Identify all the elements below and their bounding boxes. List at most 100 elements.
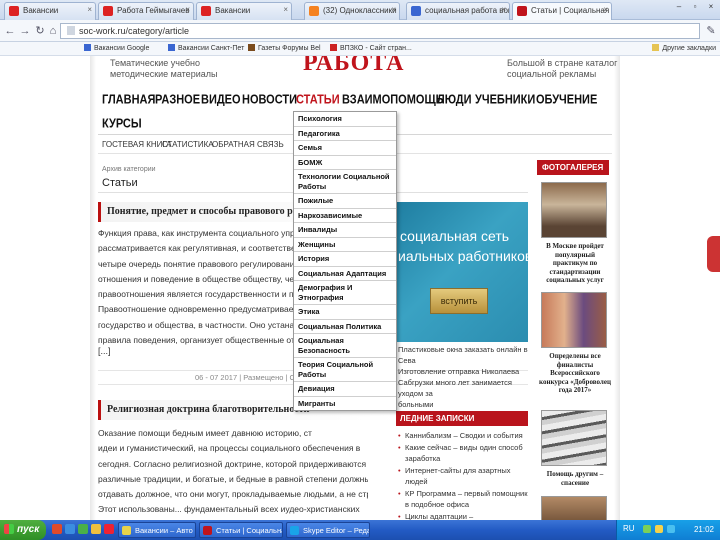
post-meta: 06 - 07 2017 | Размещено | Ст	[195, 373, 299, 382]
browser-tab[interactable]: (32) Одноклассники ×	[304, 2, 400, 20]
subnav-stats[interactable]: СТАТИСТИКА	[162, 140, 214, 149]
address-bar[interactable]: soc-work.ru/category/article	[60, 23, 700, 39]
menu-item-disabled[interactable]: Инвалиды	[294, 223, 396, 238]
menu-item-social-security[interactable]: Социальная Безопасность	[294, 334, 396, 358]
bookmark-item[interactable]: ВПЗКО - Сайт стран...	[330, 44, 412, 52]
bookmark-item[interactable]: Вакансии Санкт-Пет	[168, 44, 244, 52]
close-icon[interactable]: ×	[185, 5, 190, 14]
network-icon[interactable]	[643, 525, 651, 533]
home-icon[interactable]: ⌂	[46, 24, 60, 38]
menu-item-homeless[interactable]: БОМЖ	[294, 156, 396, 170]
chrome-icon[interactable]	[78, 524, 88, 534]
menu-item-family[interactable]: Семья	[294, 141, 396, 156]
list-item[interactable]: Циклы адаптации – проникновение транспор…	[398, 511, 528, 521]
tab-label: Статьи | Социальная работа	[531, 6, 611, 15]
close-icon[interactable]: ×	[603, 5, 608, 14]
language-indicator[interactable]: RU	[623, 524, 635, 533]
nav-articles[interactable]: СТАТЬИ	[296, 93, 340, 107]
photo-gallery-header: ФОТОГАЛЕРЕЯ	[537, 160, 609, 175]
recent-notes-list: Каннибализм – Сводки и события Какие сей…	[398, 430, 528, 520]
menu-item-demography[interactable]: Демография И Этнография	[294, 281, 396, 305]
bookmark-item[interactable]: Вакансии Google	[84, 44, 149, 52]
nav-misc[interactable]: РАЗНОЕ	[155, 93, 200, 107]
nav-education[interactable]: ОБУЧЕНИЕ	[536, 93, 597, 107]
close-icon[interactable]: ×	[87, 5, 92, 14]
taskbar-item[interactable]: Skype Editor – Редакт...	[286, 522, 370, 538]
bookmark-item[interactable]: Газеты Форумы Bel	[248, 44, 321, 52]
minimize-icon[interactable]: –	[672, 1, 686, 13]
forward-icon[interactable]: →	[18, 24, 32, 38]
photo-caption[interactable]: Помощь другим – спасение	[539, 470, 611, 487]
nav-courses[interactable]: КУРСЫ	[102, 117, 142, 131]
other-bookmarks[interactable]: Другие закладки	[652, 44, 716, 52]
read-more-link[interactable]: [...]	[98, 346, 111, 356]
menu-item-migrants[interactable]: Мигранты	[294, 397, 396, 411]
nav-mutual-aid[interactable]: ВЗАИМОПОМОЩЬ	[342, 93, 444, 107]
photo-caption[interactable]: Определены все финалисты Всероссийского …	[539, 352, 611, 395]
menu-item-theory[interactable]: Теория Социальной Работы	[294, 358, 396, 382]
tray-app-icon[interactable]	[667, 525, 675, 533]
menu-item-adaptation[interactable]: Социальная Адаптация	[294, 267, 396, 281]
browser-tab[interactable]: Вакансии ×	[4, 2, 96, 20]
site-icon	[517, 6, 527, 16]
volume-icon[interactable]	[655, 525, 663, 533]
menu-item-elderly[interactable]: Пожилые	[294, 194, 396, 209]
folder-icon[interactable]	[91, 524, 101, 534]
menu-item-addicts[interactable]: Наркозависимые	[294, 209, 396, 223]
wrench-icon[interactable]: ✎	[704, 24, 718, 38]
close-icon[interactable]: ×	[391, 5, 396, 14]
photo-caption[interactable]: В Москве пройдет популярный практикум по…	[539, 242, 611, 285]
gallery-photo[interactable]	[541, 410, 607, 466]
menu-item-pedagogy[interactable]: Педагогика	[294, 127, 396, 141]
bookmark-icon	[248, 44, 255, 51]
recent-notes-header: ЛЕДНИЕ ЗАПИСКИ	[396, 411, 528, 426]
close-icon[interactable]: ×	[283, 5, 288, 14]
menu-item-history[interactable]: История	[294, 252, 396, 267]
ie-icon[interactable]	[65, 524, 75, 534]
menu-item-ethics[interactable]: Этика	[294, 305, 396, 320]
menu-item-deviation[interactable]: Девиация	[294, 382, 396, 397]
mail-icon	[201, 6, 211, 16]
nav-textbooks[interactable]: УЧЕБНИКИ	[475, 93, 535, 107]
subnav-feedback[interactable]: ОБРАТНАЯ СВЯЗЬ	[212, 140, 284, 149]
maximize-icon[interactable]: ▫	[688, 1, 702, 13]
site-logo[interactable]: РАБОТА	[303, 56, 404, 77]
opera-icon[interactable]	[52, 524, 62, 534]
back-icon[interactable]: ←	[3, 24, 17, 38]
gallery-photo[interactable]	[541, 182, 607, 238]
nav-people[interactable]: ЛЮДИ	[437, 93, 472, 107]
side-feedback-tab[interactable]	[707, 236, 720, 272]
join-button[interactable]: вступить	[430, 288, 488, 314]
taskbar-item[interactable]: Вакансии – Авто	[118, 522, 196, 538]
ad-links: Пластиковые окна заказать онлайн в Сева …	[398, 345, 528, 409]
nav-news[interactable]: НОВОСТИ	[242, 93, 297, 107]
taskbar-item[interactable]: Статьи | Социальна...	[199, 522, 283, 538]
close-window-icon[interactable]: ×	[704, 1, 718, 13]
list-item[interactable]: Какие сейчас – виды один способ заработк…	[398, 442, 528, 465]
player-icon[interactable]	[104, 524, 114, 534]
bookmark-icon	[84, 44, 91, 51]
skype-icon	[290, 526, 299, 535]
list-item[interactable]: Интернет-сайты для азартных людей	[398, 465, 528, 488]
nav-video[interactable]: ВИДЕО	[201, 93, 241, 107]
nav-home[interactable]: ГЛАВНАЯ	[102, 93, 155, 107]
close-icon[interactable]: ×	[501, 5, 506, 14]
header-tagline-left: Тематические учебно методические материа…	[110, 58, 218, 79]
gallery-photo[interactable]	[541, 496, 607, 520]
reload-icon[interactable]: ↻	[33, 24, 47, 38]
menu-item-social-work-tech[interactable]: Технологии Социальной Работы	[294, 170, 396, 194]
list-item[interactable]: КР Программа – первый помощник в подобно…	[398, 488, 528, 511]
start-button[interactable]: пуск	[0, 520, 46, 540]
list-item[interactable]: Каннибализм – Сводки и события	[398, 430, 528, 442]
browser-tab[interactable]: социальная работа вопрос ×	[406, 2, 510, 20]
menu-item-psychology[interactable]: Психология	[294, 112, 396, 127]
browser-tab[interactable]: Работа Геймыгачев ×	[98, 2, 194, 20]
clock: 21:02	[693, 525, 714, 534]
menu-item-social-policy[interactable]: Социальная Политика	[294, 320, 396, 334]
gallery-photo[interactable]	[541, 292, 607, 348]
browser-tab-active[interactable]: Статьи | Социальная работа ×	[512, 2, 612, 20]
menu-item-women[interactable]: Женщины	[294, 238, 396, 252]
social-network-banner[interactable]: социальная сеть иальных работников вступ…	[396, 202, 528, 342]
app-icon	[203, 526, 212, 535]
browser-tab[interactable]: Вакансии ×	[196, 2, 292, 20]
